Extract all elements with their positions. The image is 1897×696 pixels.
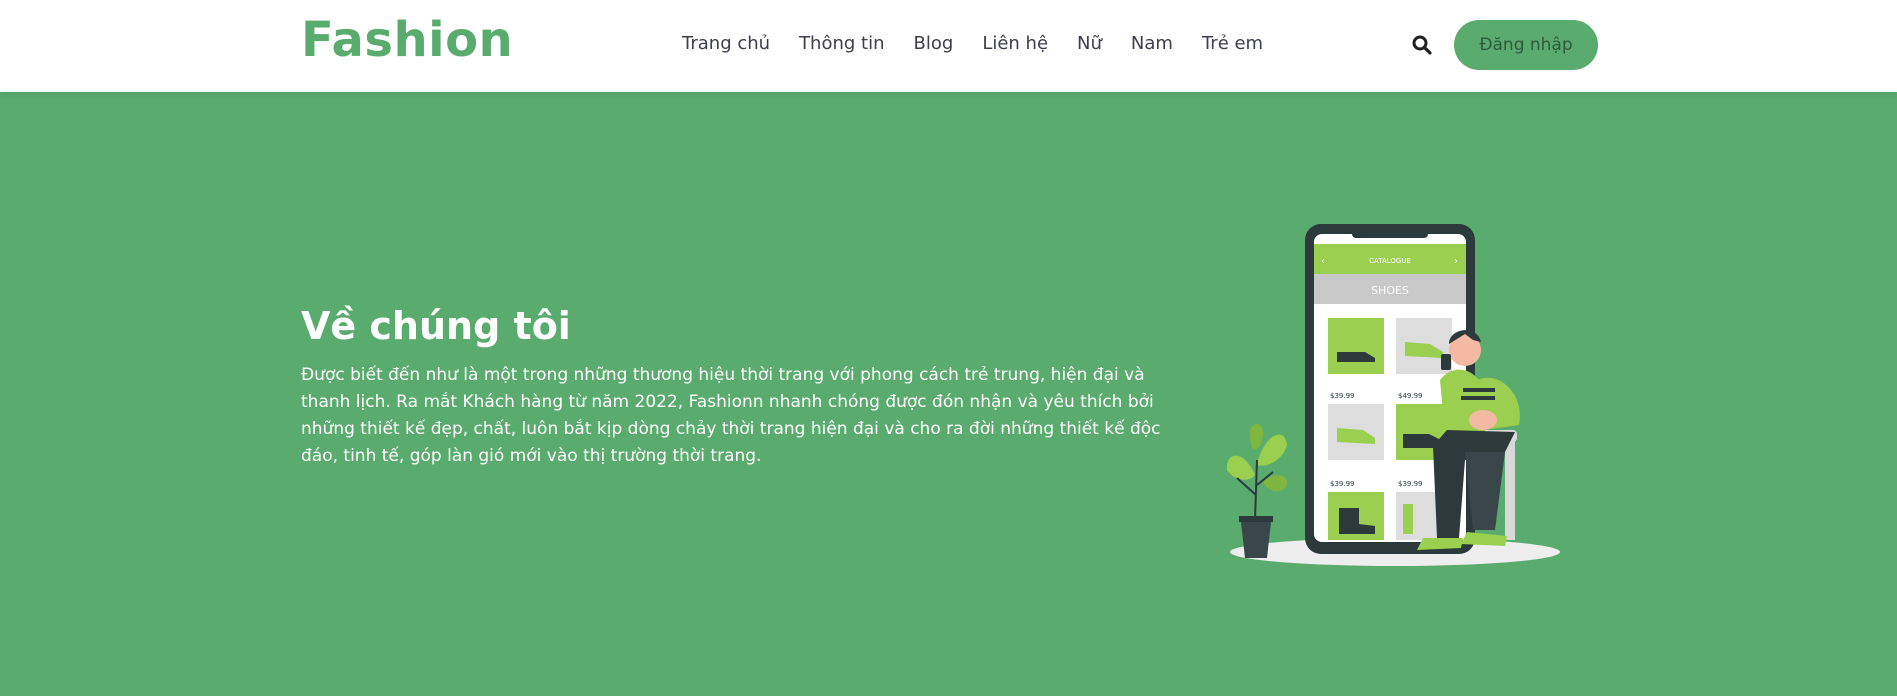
chevron-right-icon: › bbox=[1454, 256, 1458, 267]
nav-link-blog[interactable]: Blog bbox=[914, 33, 954, 54]
nav-link-home[interactable]: Trang chủ bbox=[682, 33, 770, 54]
price-label: $49.99 bbox=[1398, 392, 1423, 400]
chevron-left-icon: ‹ bbox=[1321, 256, 1325, 267]
search-icon[interactable] bbox=[1410, 33, 1434, 57]
price-label: $39.99 bbox=[1398, 480, 1423, 488]
price-label: $39.99 bbox=[1330, 392, 1355, 400]
shopping-illustration: CATALOGUE ‹ › SHOES $39.99 $49.99 $39.99… bbox=[1226, 224, 1560, 566]
nav-link-kids[interactable]: Trẻ em bbox=[1202, 33, 1263, 54]
plant-icon bbox=[1226, 423, 1287, 558]
nav-link-men[interactable]: Nam bbox=[1131, 33, 1173, 54]
nav-link-info[interactable]: Thông tin bbox=[799, 33, 884, 54]
about-section: Về chúng tôi Được biết đến như là một tr… bbox=[0, 92, 1897, 696]
nav-link-women[interactable]: Nữ bbox=[1077, 33, 1102, 54]
site-logo[interactable]: Fashion bbox=[301, 12, 513, 68]
site-header: Fashion Trang chủ Thông tin Blog Liên hệ… bbox=[0, 0, 1897, 92]
main-nav: Trang chủ Thông tin Blog Liên hệ Nữ Nam … bbox=[682, 33, 1263, 54]
phone-category-label: SHOES bbox=[1371, 284, 1409, 297]
about-paragraph: Được biết đến như là một trong những thư… bbox=[301, 365, 1161, 466]
phone-header-label: CATALOGUE bbox=[1369, 257, 1411, 265]
price-label: $39.99 bbox=[1330, 480, 1355, 488]
about-title: Về chúng tôi bbox=[301, 304, 571, 348]
login-button[interactable]: Đăng nhập bbox=[1454, 20, 1598, 70]
nav-link-contact[interactable]: Liên hệ bbox=[982, 33, 1048, 54]
